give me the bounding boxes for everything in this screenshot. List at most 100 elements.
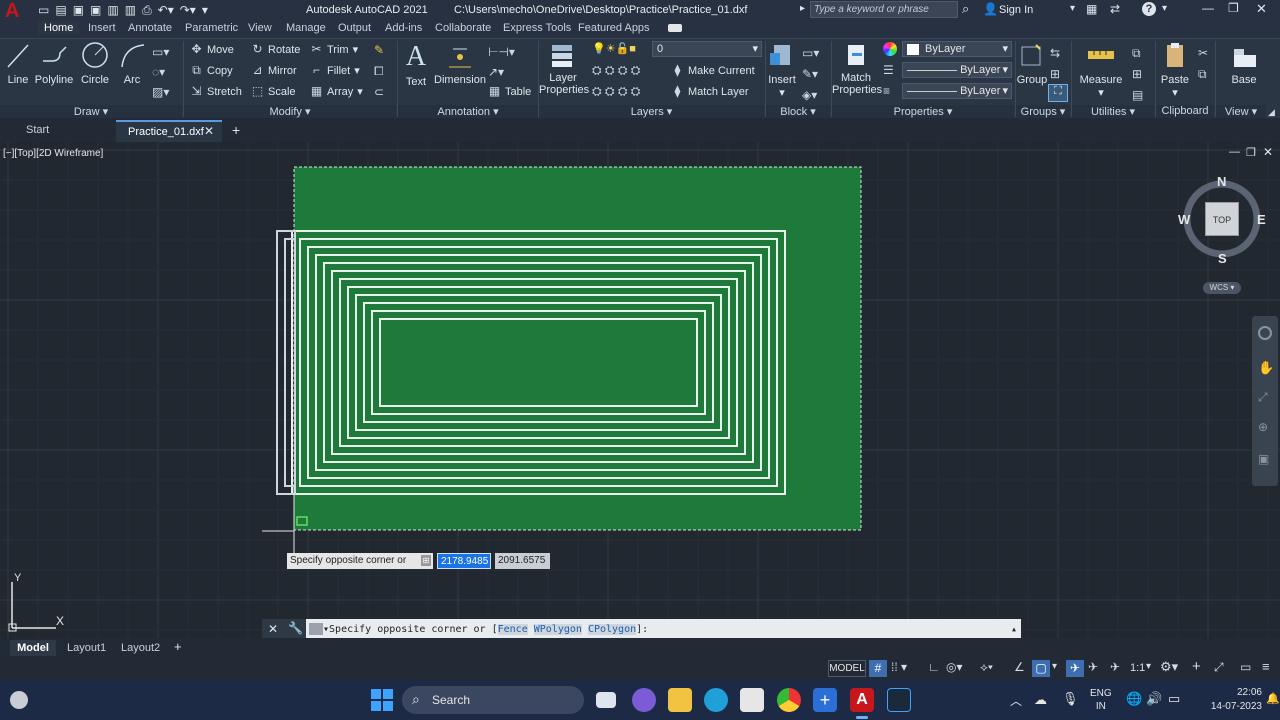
steering-wheel-icon[interactable] <box>1258 326 1272 340</box>
close-tab-icon[interactable]: ✕ <box>204 124 214 138</box>
layer-state-icons[interactable]: 💡☀🔓■ <box>592 42 636 55</box>
model-space-button[interactable]: MODEL <box>828 660 866 677</box>
app-plus-icon[interactable]: + <box>813 688 837 712</box>
close-icon[interactable]: ✕ <box>1256 1 1267 17</box>
array-button[interactable]: ▦ Array ▾ <box>310 85 363 99</box>
annotation-scale-button[interactable]: ✈ <box>1110 660 1120 674</box>
command-line-prompt-icon[interactable] <box>309 623 323 635</box>
isodraft-icon[interactable]: ⟡▾ <box>980 660 993 675</box>
tab-collaborate[interactable]: Collaborate <box>435 22 491 34</box>
layer-tool-icons-row-2[interactable]: ⛭ ⛭ ⛭ ⛭ <box>592 84 640 99</box>
volume-icon[interactable]: 🔊 <box>1146 691 1162 707</box>
tab-view[interactable]: View <box>248 22 272 34</box>
annotation-panel-label[interactable]: Annotation ▾ <box>398 105 538 119</box>
orbit-icon[interactable]: ⊕ <box>1258 420 1268 434</box>
lineweight-icon[interactable]: ☰ <box>883 63 894 77</box>
help-icon[interactable]: ? <box>1142 2 1156 16</box>
viewcube-east[interactable]: E <box>1257 212 1266 227</box>
pan-icon[interactable]: ✋ <box>1258 360 1274 376</box>
circle-tool-button[interactable]: Circle <box>78 41 112 86</box>
paste-button[interactable]: Paste ▾ <box>1158 41 1192 99</box>
object-snap-icon[interactable]: ▢ <box>1032 660 1050 677</box>
search-icon[interactable]: ⌕ <box>962 1 969 17</box>
hatch-icon[interactable]: ◌▾ <box>152 65 165 79</box>
grid-toggle-icon[interactable]: # <box>869 660 887 677</box>
screen-recorder-icon[interactable] <box>887 688 911 712</box>
command-history-icon[interactable]: ▴ <box>1011 619 1017 638</box>
annotation-visibility-icon[interactable]: ✈ <box>1066 660 1084 677</box>
annotation-scale-dropdown-icon[interactable]: ▾ <box>1146 661 1151 672</box>
chrome-icon[interactable] <box>777 688 801 712</box>
tab-annotate[interactable]: Annotate <box>128 22 172 34</box>
tab-layout2[interactable]: Layout2 <box>121 642 160 654</box>
scale-button[interactable]: ⬚ Scale <box>251 85 296 98</box>
match-layer-button[interactable]: ⧫ Match Layer <box>671 85 749 98</box>
onedrive-icon[interactable]: ☁ <box>1034 692 1047 708</box>
command-option-wpolygon[interactable]: WPolygon <box>533 624 582 635</box>
minimize-icon[interactable]: — <box>1202 1 1214 15</box>
viewcube-west[interactable]: W <box>1178 212 1190 227</box>
restore-icon[interactable]: ❐ <box>1228 1 1239 15</box>
annotation-scale-value[interactable]: 1:1 <box>1130 662 1145 674</box>
help-dropdown-icon[interactable]: ▾ <box>1162 3 1167 14</box>
trim-button[interactable]: ✂ Trim ▾ <box>310 43 358 57</box>
save-as-icon[interactable]: ▣ <box>90 3 101 18</box>
dynamic-input-y-field[interactable]: 2091.6575 <box>495 553 550 569</box>
copy-button[interactable]: ⧉ Copy <box>190 64 232 77</box>
plot-icon[interactable]: ⎙ <box>142 3 152 18</box>
polar-toggle-icon[interactable]: ◎▾ <box>946 660 963 674</box>
edge-icon[interactable] <box>704 688 728 712</box>
clock[interactable]: 22:06 14-07-2023 <box>1200 686 1262 714</box>
teams-icon[interactable] <box>632 688 656 712</box>
tab-insert[interactable]: Insert <box>88 22 116 34</box>
group-selection-icon[interactable]: ⛶ <box>1048 84 1068 102</box>
move-button[interactable]: ✥ Move <box>190 43 233 56</box>
new-tab-icon[interactable]: + <box>232 122 240 138</box>
gradient-icon[interactable]: ▨▾ <box>152 85 169 99</box>
microphone-icon[interactable]: 🎙 <box>1062 691 1079 707</box>
viewcube-top-face[interactable]: TOP <box>1205 202 1239 236</box>
showmotion-icon[interactable]: ▣ <box>1258 452 1269 466</box>
object-snap-tracking-icon[interactable]: ∠ <box>1014 660 1025 674</box>
start-button-icon[interactable] <box>371 689 393 711</box>
view-panel-label[interactable]: View ▾ <box>1216 105 1266 119</box>
group-button[interactable]: Group <box>1016 41 1048 86</box>
lineweight-dropdown[interactable]: ByLayer ▾ <box>902 62 1012 78</box>
undo-icon[interactable]: ↶▾ <box>158 3 174 18</box>
network-icon[interactable]: 🌐 <box>1126 691 1142 707</box>
tab-document-active[interactable]: Practice_01.dxf ✕ <box>116 120 222 142</box>
drawing-canvas[interactable]: [−][Top][2D Wireframe] — ❐ ✕ Specify opp… <box>0 142 1280 638</box>
base-view-button[interactable]: Base <box>1222 41 1266 86</box>
properties-panel-label[interactable]: Properties ▾ <box>832 105 1014 119</box>
battery-icon[interactable]: ▭ <box>1168 691 1180 707</box>
tab-output[interactable]: Output <box>338 22 371 34</box>
block-panel-label[interactable]: Block ▾ <box>766 105 830 119</box>
layer-properties-button[interactable]: Layer Properties <box>539 41 589 96</box>
leader-icon[interactable]: ⊢⊣▾ <box>488 45 515 59</box>
groups-panel-label[interactable]: Groups ▾ <box>1016 105 1070 119</box>
groups-tool-icons[interactable]: ⇆ ⊞ <box>1050 43 1060 85</box>
web-save-icon[interactable]: ▥ <box>125 3 136 18</box>
app-store-icon[interactable]: ▦ <box>1086 2 1097 16</box>
match-properties-button[interactable]: Match Properties <box>832 41 882 96</box>
tab-express-tools[interactable]: Express Tools <box>503 22 571 34</box>
measure-button[interactable]: Measure ▾ <box>1076 41 1126 99</box>
snap-toggle-icon[interactable]: ⁞⁞ ▾ <box>891 660 907 674</box>
dynamic-input-x-field[interactable]: 2178.9485 <box>437 553 491 569</box>
layer-tool-icons-row-1[interactable]: ⛭ ⛭ ⛭ ⛭ <box>592 63 640 78</box>
workspace-gear-icon[interactable]: ⚙▾ <box>1160 659 1178 675</box>
array-dropdown-icon[interactable]: ▾ <box>357 85 363 98</box>
rectangle-icon[interactable]: ▭▾ <box>152 45 169 59</box>
tab-add-ins[interactable]: Add-ins <box>385 22 422 34</box>
arc-tool-button[interactable]: Arc <box>117 41 147 86</box>
tab-manage[interactable]: Manage <box>286 22 326 34</box>
object-snap-dropdown-icon[interactable]: ▾ <box>1052 661 1057 672</box>
command-option-cpolygon[interactable]: CPolygon <box>587 624 637 635</box>
sign-in-dropdown-icon[interactable]: ▾ <box>1070 3 1075 14</box>
fillet-dropdown-icon[interactable]: ▾ <box>354 64 360 77</box>
insert-block-button[interactable]: Insert ▾ <box>766 41 798 99</box>
search-expand-icon[interactable]: ▸ <box>800 3 805 14</box>
wcs-menu[interactable]: WCS ▾ <box>1203 282 1241 294</box>
make-current-button[interactable]: ⧫ Make Current <box>671 64 755 77</box>
layer-dropdown[interactable]: 0 ▾ <box>652 41 762 57</box>
